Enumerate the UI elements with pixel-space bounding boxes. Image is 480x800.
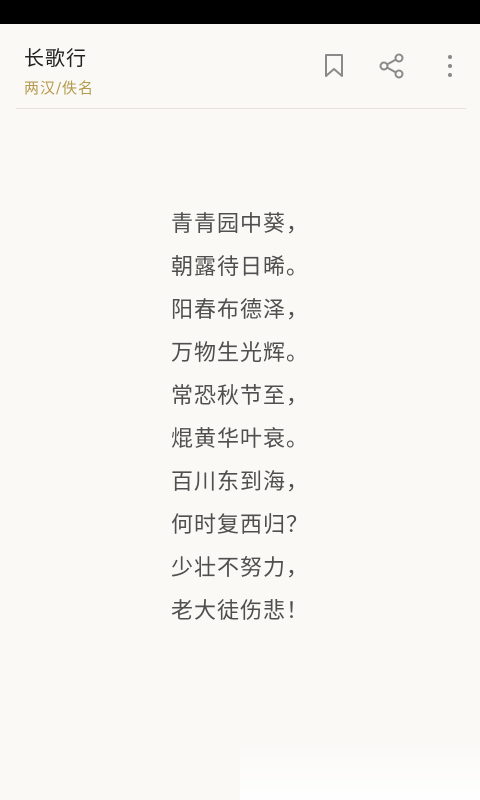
bookmark-icon[interactable] — [320, 52, 348, 80]
poem-line: 百川东到海， — [170, 470, 309, 495]
poem-line: 常恐秋节至， — [170, 384, 309, 409]
header: 长歌行 两汉/佚名 — [0, 24, 480, 108]
poem-line: 朝露待日晞。 — [170, 255, 309, 280]
page-title: 长歌行 — [24, 46, 87, 70]
poem-line: 何时复西归？ — [170, 513, 309, 538]
poem-line: 阳春布德泽， — [170, 298, 309, 323]
poem-line: 少壮不努力， — [170, 556, 309, 581]
bottom-fade — [240, 740, 480, 800]
poem-line: 老大徒伤悲！ — [170, 599, 309, 624]
poem-body: 青青园中葵， 朝露待日晞。 阳春布德泽， 万物生光辉。 常恐秋节至， 焜黄华叶衰… — [0, 203, 480, 633]
poem-line: 万物生光辉。 — [170, 341, 309, 366]
poem-line: 青青园中葵， — [170, 212, 309, 237]
header-divider — [16, 108, 466, 109]
share-icon[interactable] — [378, 52, 406, 80]
author-dynasty-link[interactable]: 两汉/佚名 — [24, 77, 94, 98]
status-bar — [0, 0, 480, 24]
poem-line: 焜黄华叶衰。 — [170, 427, 309, 452]
more-vertical-icon[interactable] — [436, 52, 464, 80]
